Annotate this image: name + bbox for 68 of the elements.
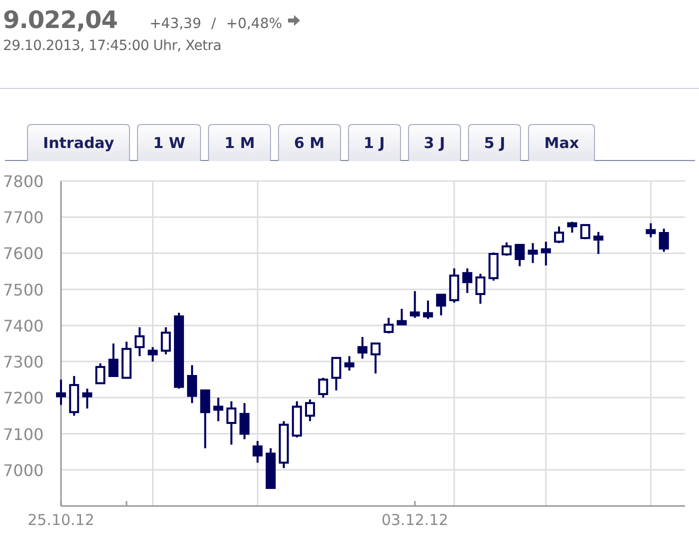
separator: / [211, 16, 216, 32]
filled-candle [528, 243, 538, 263]
hollow-candle [554, 226, 564, 244]
hollow-candle [226, 401, 236, 445]
period-tab[interactable]: Max [528, 124, 596, 161]
filled-candle [344, 356, 354, 371]
period-tab[interactable]: 1 M [208, 124, 271, 161]
period-tab[interactable]: 6 M [278, 124, 341, 161]
hollow-candle [278, 421, 289, 468]
hollow-candle [580, 224, 590, 240]
period-tab[interactable]: 5 J [468, 124, 522, 161]
y-axis-label: 7800 [3, 172, 44, 191]
filled-candle [56, 380, 66, 405]
hollow-candle [292, 401, 302, 438]
hollow-candle [318, 378, 328, 398]
hollow-candle [122, 342, 132, 379]
timestamp: 29.10.2013, 17:45:00 Uhr, Xetra [3, 38, 222, 54]
arrow-right-icon [288, 14, 300, 26]
y-axis-label: 7000 [3, 460, 44, 480]
filled-candle [514, 244, 525, 266]
filled-candle [396, 308, 407, 326]
y-axis-label: 7700 [3, 208, 44, 228]
filled-candle [213, 398, 224, 422]
hollow-candle [69, 376, 80, 416]
filled-candle [658, 228, 669, 252]
period-tab[interactable]: 1 W [137, 124, 202, 161]
filled-candle [436, 294, 446, 316]
period-tab[interactable]: 3 J [408, 124, 462, 161]
filled-candle [540, 242, 551, 266]
filled-candle [646, 223, 656, 238]
hollow-candle [449, 268, 460, 303]
filled-candle [593, 232, 604, 254]
y-axis-label: 7100 [3, 424, 44, 444]
hollow-candle [488, 252, 498, 281]
filled-candle [357, 337, 368, 359]
hollow-candle [305, 399, 316, 422]
period-tab[interactable]: Intraday [27, 124, 130, 161]
y-axis-label: 7600 [3, 244, 44, 264]
filled-candle [82, 388, 92, 408]
hollow-candle [384, 318, 394, 334]
hollow-candle [502, 242, 512, 256]
y-axis-label: 7500 [3, 280, 44, 300]
hollow-candle [95, 363, 106, 384]
filled-candle [567, 222, 578, 233]
x-axis-label: 25.10.12 [28, 511, 94, 529]
filled-candle [108, 344, 118, 377]
filled-candle [252, 441, 263, 463]
y-axis-label: 7400 [3, 316, 44, 336]
filled-candle [462, 268, 472, 293]
filled-candle [266, 448, 276, 489]
change-value: +43,39 [149, 16, 202, 32]
y-axis-label: 7200 [3, 388, 44, 408]
period-tab[interactable]: 1 J [348, 124, 401, 161]
y-axis-label: 7300 [3, 352, 44, 372]
index-value: 9.022,04 [3, 6, 118, 34]
hollow-candle [370, 342, 381, 374]
hollow-candle [475, 274, 486, 304]
filled-candle [240, 403, 250, 440]
filled-candle [422, 300, 433, 319]
filled-candle [410, 291, 420, 318]
hollow-candle [331, 356, 342, 390]
filled-candle [187, 365, 198, 404]
hollow-candle [134, 327, 145, 356]
filled-candle [148, 347, 158, 362]
filled-candle [200, 389, 210, 448]
change-percent: +0,48% [226, 16, 282, 32]
hollow-candle [160, 327, 171, 354]
x-axis-label: 03.12.12 [381, 511, 448, 529]
